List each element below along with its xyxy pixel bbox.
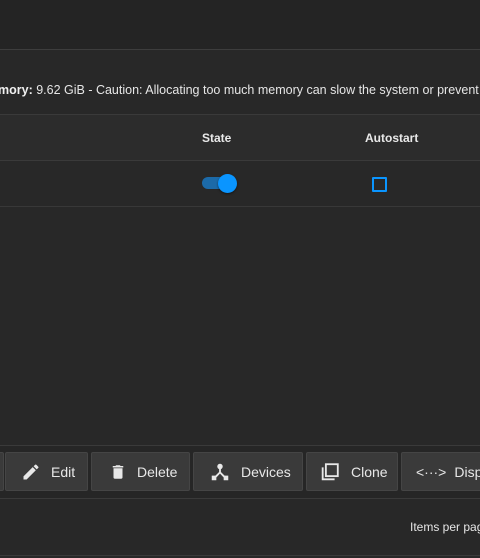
devices-button[interactable]: Devices (193, 452, 303, 491)
state-toggle-thumb (218, 174, 237, 193)
devices-button-label: Devices (241, 463, 291, 480)
clone-button[interactable]: Clone (306, 452, 398, 491)
top-bar (0, 0, 480, 50)
pencil-icon (21, 462, 41, 482)
autostart-checkbox[interactable] (372, 177, 387, 192)
display-button-label: Displa (454, 463, 480, 480)
devices-hub-icon (209, 461, 231, 483)
clone-icon (319, 461, 341, 483)
display-button[interactable]: <···> Displa (401, 452, 480, 491)
vm-list-page: mory: 9.62 GiB - Caution: Allocating too… (0, 0, 480, 558)
expanded-row-area (0, 207, 480, 446)
state-toggle[interactable] (202, 174, 237, 193)
trash-icon (109, 462, 127, 482)
table-row (0, 161, 480, 207)
memory-value-caution: 9.62 GiB - Caution: Allocating too much … (32, 83, 480, 97)
items-per-page-label: Items per pag (410, 520, 480, 534)
edit-button-label: Edit (51, 463, 76, 480)
column-header-autostart[interactable]: Autostart (365, 131, 418, 145)
delete-button[interactable]: Delete (91, 452, 190, 491)
memory-label: mory: (0, 83, 33, 97)
column-header-state[interactable]: State (202, 131, 231, 145)
memory-caution-text: mory: 9.62 GiB - Caution: Allocating too… (0, 83, 480, 97)
table-footer (0, 499, 480, 556)
delete-button-label: Delete (137, 463, 178, 480)
previous-action-button[interactable] (0, 452, 4, 491)
code-arrows-icon: <···> (416, 463, 447, 480)
clone-button-label: Clone (351, 463, 388, 480)
edit-button[interactable]: Edit (5, 452, 88, 491)
